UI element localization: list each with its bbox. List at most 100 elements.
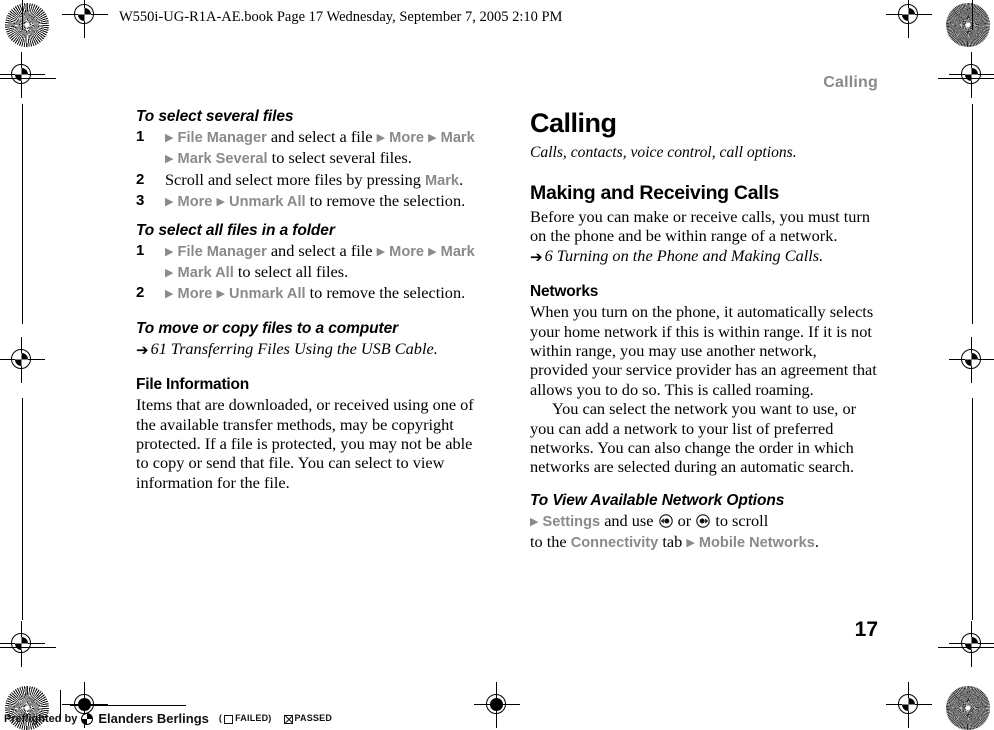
preflight-failed-group: (FAILED) <box>219 713 272 724</box>
preflight-close-paren: ) <box>268 713 272 724</box>
paragraph-making-and-receiving-calls: Before you can make or receive calls, yo… <box>530 207 870 246</box>
inline-text: and use <box>600 510 658 530</box>
menu-arrow-icon: ▶ <box>686 537 695 550</box>
registration-mark-middle-right <box>949 337 994 383</box>
step-line: Scroll and select more files by pressing… <box>165 170 463 189</box>
nav-right-icon <box>696 514 710 528</box>
inline-text: or <box>673 510 696 530</box>
ui-label[interactable]: File Manager <box>178 130 267 146</box>
trim-rule-top-left <box>0 78 56 79</box>
left-column: To select several files 1 ▶ File Manager … <box>136 108 484 492</box>
menu-arrow-icon: ▶ <box>165 196 174 209</box>
trim-rule-right-upper <box>972 104 973 324</box>
menu-arrow-icon: ▶ <box>216 196 225 209</box>
procedure-step: 1 ▶ File Manager and select a file ▶ More… <box>136 241 484 284</box>
document-page: W550i-UG-R1A-AE.book Page 17 Wednesday, … <box>0 0 994 730</box>
registration-mark-top-left <box>62 0 108 38</box>
heading-making-and-receiving-calls: Making and Receiving Calls <box>530 182 780 204</box>
menu-arrow-icon: ▶ <box>376 245 386 258</box>
registration-mark-corner-bottom-left <box>0 621 45 667</box>
registration-mark-bottom-right <box>886 682 932 728</box>
preflight-passed-label: PASSED <box>294 713 333 724</box>
ui-label[interactable]: Unmark All <box>229 286 306 302</box>
ui-label[interactable]: More <box>389 244 424 260</box>
ui-label[interactable]: Unmark All <box>229 194 306 210</box>
procedure-step: 3 ▶ More ▶ Unmark All to remove the selec… <box>136 191 484 212</box>
step-line: ▶ File Manager and select a file ▶ More … <box>165 241 475 260</box>
xref-turning-on-phone: ➔ 6 Turning on the Phone and Making Calls… <box>530 246 878 268</box>
step-number: 2 <box>136 170 145 188</box>
procedure-step: 1 ▶ File Manager and select a file ▶ More… <box>136 127 484 170</box>
step-line: ▶ File Manager and select a file ▶ More … <box>165 127 475 146</box>
preflight-brand: Elanders Berlings <box>98 711 209 726</box>
ui-label[interactable]: Mark <box>441 244 475 260</box>
preflight-passed-group: PASSED <box>282 713 333 724</box>
heading-to-select-all-files: To select all files in a folder <box>136 221 335 239</box>
procedure-step: 2 ▶ More ▶ Unmark All to remove the selec… <box>136 283 484 304</box>
inline-text: to remove the selection. <box>305 191 466 211</box>
trim-rule-left-top <box>22 0 23 30</box>
failed-checkbox[interactable] <box>224 714 234 724</box>
steps-select-several-files: 1 ▶ File Manager and select a file ▶ More… <box>136 127 484 213</box>
registration-mark-bottom-center <box>474 682 520 728</box>
menu-arrow-icon: ▶ <box>428 132 437 144</box>
page-number: 17 <box>854 618 878 641</box>
menu-arrow-icon: ▶ <box>165 267 174 280</box>
trim-rule-footer-left <box>70 705 186 706</box>
menu-arrow-icon: ▶ <box>530 515 539 528</box>
inline-text: and select a file <box>266 240 377 260</box>
cross-reference-arrow-icon: ➔ <box>530 249 543 266</box>
preflight-prefix: Preflighted by <box>4 712 78 725</box>
menu-arrow-icon: ▶ <box>216 288 225 301</box>
trim-rule-bottom-right <box>938 647 994 648</box>
xref-transferring-files: ➔ 61 Transferring Files Using the USB Cab… <box>136 339 484 361</box>
step-line: ▶ Mark Several to select several files. <box>165 148 412 167</box>
ui-label[interactable]: More <box>389 130 424 146</box>
steps-select-all-files: 1 ▶ File Manager and select a file ▶ More… <box>136 241 484 305</box>
inline-text: to select several files. <box>267 148 412 168</box>
resolution-starburst-target-bottom-right <box>946 686 990 730</box>
chapter-title-calling: Calling <box>530 108 617 138</box>
ui-label[interactable]: Connectivity <box>571 535 659 551</box>
ui-label[interactable]: More <box>178 194 213 210</box>
inline-text: . <box>459 169 464 189</box>
registration-mark-corner-top-left <box>0 52 45 98</box>
ui-label[interactable]: Settings <box>543 514 601 530</box>
heading-networks: Networks <box>530 283 599 301</box>
cross-reference-arrow-icon: ➔ <box>136 342 149 359</box>
procedure-step: 2 Scroll and select more files by pressin… <box>136 170 484 191</box>
chapter-lead-in: Calls, contacts, voice control, call opt… <box>530 144 797 161</box>
ui-label[interactable]: Mark <box>425 173 459 189</box>
preflight-footer: Preflighted by Elanders Berlings (FAILED… <box>4 710 332 727</box>
ui-label[interactable]: File Manager <box>178 244 267 260</box>
inline-text: Scroll and select more files by pressing <box>165 169 425 189</box>
procedure-line-1: ▶ Settings and use or to scroll <box>530 511 768 530</box>
registration-mark-corner-bottom-right <box>949 621 994 667</box>
menu-arrow-icon: ▶ <box>165 245 174 258</box>
trim-rule-bottom-left <box>0 647 56 648</box>
step-number: 2 <box>136 284 145 302</box>
nav-left-icon <box>658 514 673 528</box>
ui-label[interactable]: More <box>178 286 213 302</box>
registration-mark-corner-top-right <box>949 52 994 98</box>
step-line: ▶ More ▶ Unmark All to remove the select… <box>165 191 465 210</box>
heading-to-view-available-network-options: To View Available Network Options <box>530 491 785 509</box>
menu-arrow-icon: ▶ <box>165 288 174 301</box>
passed-checkbox[interactable] <box>283 714 293 724</box>
heading-to-select-several-files: To select several files <box>136 108 294 125</box>
inline-text: to the <box>530 532 571 552</box>
inline-text: to scroll <box>711 510 769 530</box>
step-line: ▶ More ▶ Unmark All to remove the select… <box>165 283 465 302</box>
trim-rule-left-upper <box>22 104 23 324</box>
ui-label[interactable]: Mark <box>441 130 475 146</box>
inline-text: tab <box>658 532 687 552</box>
ui-label[interactable]: Mobile Networks <box>699 535 815 551</box>
ui-label[interactable]: Mark All <box>178 265 234 281</box>
paragraph-file-information: Items that are downloaded, or received u… <box>136 395 474 492</box>
menu-arrow-icon: ▶ <box>165 132 174 144</box>
preflight-failed-label: FAILED <box>235 713 269 724</box>
registration-mark-middle-left <box>0 337 45 383</box>
inline-text: and select a file <box>266 127 377 146</box>
paragraph-networks-1: When you turn on the phone, it automatic… <box>530 302 877 399</box>
ui-label[interactable]: Mark Several <box>178 151 268 167</box>
